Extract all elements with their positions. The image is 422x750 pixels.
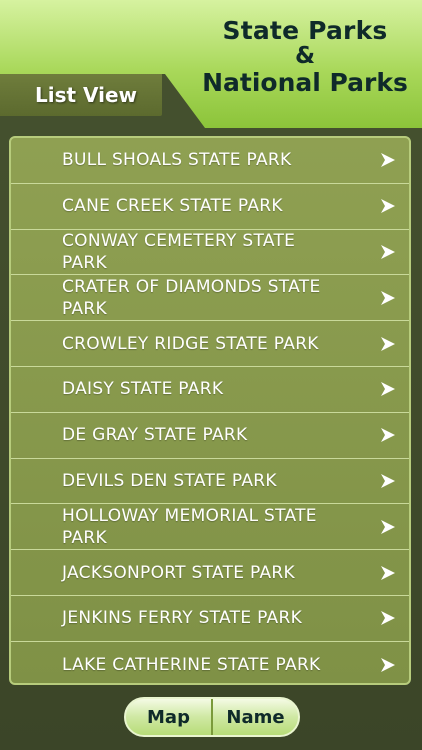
title-line-2: National Parks	[202, 68, 408, 97]
chevron-right-icon	[381, 611, 395, 626]
chevron-right-icon	[381, 428, 395, 443]
list-item[interactable]: CROWLEY RIDGE STATE PARK	[11, 321, 409, 367]
app-title: State Parks & National Parks	[188, 18, 422, 95]
chevron-right-icon	[381, 565, 395, 580]
list-item[interactable]: LAKE CATHERINE STATE PARK	[11, 642, 409, 683]
app-screen: State Parks & National Parks List View B…	[0, 0, 422, 750]
list-view-tab[interactable]: List View	[0, 74, 162, 116]
list-item-label: DEVILS DEN STATE PARK	[62, 470, 277, 491]
list-item[interactable]: HOLLOWAY MEMORIAL STATE PARK	[11, 504, 409, 551]
list-item[interactable]: CRATER OF DIAMONDS STATE PARK	[11, 275, 409, 322]
chevron-right-icon	[381, 473, 395, 488]
chevron-right-icon	[381, 153, 395, 168]
map-button[interactable]: Map	[126, 699, 211, 735]
list-item[interactable]: DEVILS DEN STATE PARK	[11, 459, 409, 505]
chevron-right-icon	[381, 382, 395, 397]
list-view-label: List View	[34, 83, 138, 107]
park-list[interactable]: BULL SHOALS STATE PARK CANE CREEK STATE …	[9, 136, 411, 685]
title-line-1: State Parks	[222, 16, 388, 45]
chevron-right-icon	[381, 199, 395, 214]
list-item[interactable]: JENKINS FERRY STATE PARK	[11, 596, 409, 642]
chevron-right-icon	[381, 657, 395, 672]
list-item-label: CANE CREEK STATE PARK	[62, 196, 283, 217]
list-item[interactable]: JACKSONPORT STATE PARK	[11, 550, 409, 596]
list-item-label: DAISY STATE PARK	[62, 379, 224, 400]
list-item-label: CROWLEY RIDGE STATE PARK	[62, 333, 319, 354]
chevron-right-icon	[381, 290, 395, 305]
sort-toggle: Map Name	[124, 697, 300, 737]
name-button[interactable]: Name	[213, 699, 298, 735]
list-item[interactable]: CONWAY CEMETERY STATE PARK	[11, 230, 409, 276]
list-item-label: CRATER OF DIAMONDS STATE PARK	[62, 276, 321, 319]
list-item[interactable]: CANE CREEK STATE PARK	[11, 184, 409, 230]
header: State Parks & National Parks List View	[0, 0, 422, 128]
title-ampersand: &	[294, 43, 316, 69]
list-item[interactable]: DE GRAY STATE PARK	[11, 413, 409, 459]
list-item-label: JACKSONPORT STATE PARK	[62, 562, 295, 583]
list-item[interactable]: BULL SHOALS STATE PARK	[11, 138, 409, 184]
list-item-label: JENKINS FERRY STATE PARK	[62, 608, 303, 629]
list-item-label: CONWAY CEMETERY STATE PARK	[62, 230, 296, 273]
list-item-label: DE GRAY STATE PARK	[62, 425, 248, 446]
list-item-label: HOLLOWAY MEMORIAL STATE PARK	[62, 505, 317, 548]
chevron-right-icon	[381, 244, 395, 259]
chevron-right-icon	[381, 519, 395, 534]
list-item-label: BULL SHOALS STATE PARK	[62, 150, 292, 171]
list-item-label: LAKE CATHERINE STATE PARK	[62, 654, 321, 675]
list-item[interactable]: DAISY STATE PARK	[11, 367, 409, 413]
chevron-right-icon	[381, 336, 395, 351]
